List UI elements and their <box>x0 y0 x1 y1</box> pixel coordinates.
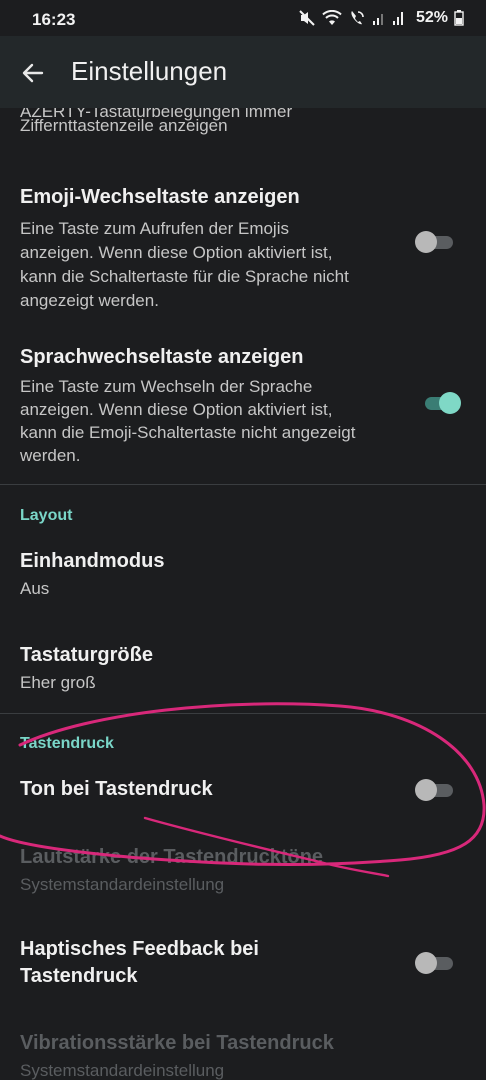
setting-vibration-strength: Vibrationsstärke bei Tastendruck Systems… <box>0 1030 486 1080</box>
setting-title: Ton bei Tastendruck <box>20 778 213 800</box>
setting-summary: Aus <box>20 579 50 598</box>
setting-summary: werden. <box>20 446 81 465</box>
setting-summary: Systemstandardeinstellung <box>20 1061 225 1080</box>
setting-title: Haptisches Feedback bei <box>20 938 259 960</box>
sound-on-keypress-toggle[interactable] <box>415 778 455 802</box>
setting-summary: kann die Schaltertaste für die Sprache n… <box>20 267 349 286</box>
setting-language-switch[interactable]: Sprachwechseltaste anzeigen Eine Taste z… <box>0 342 486 472</box>
battery-icon <box>454 10 464 26</box>
setting-title: Vibrationsstärke bei Tastendruck <box>20 1032 334 1054</box>
setting-title: Einhandmodus <box>20 550 165 572</box>
setting-summary: anzeigen. Wenn diese Option aktiviert is… <box>20 400 333 419</box>
setting-keypress-volume: Lautstärke der Tastendrucktöne Systemsta… <box>0 844 486 904</box>
status-time: 16:23 <box>32 10 76 29</box>
haptic-feedback-toggle[interactable] <box>415 951 455 975</box>
setting-keyboard-size[interactable]: Tastaturgröße Eher groß <box>0 642 486 702</box>
setting-summary: Ziffernttastenzeile anzeigen <box>20 116 228 135</box>
setting-title: Tastaturgröße <box>20 644 153 666</box>
wifi-calling-icon <box>351 11 364 25</box>
toggle-thumb <box>439 392 461 414</box>
setting-summary: Eine Taste zum Wechseln der Sprache <box>20 377 313 396</box>
setting-title: Sprachwechseltaste anzeigen <box>20 346 304 368</box>
section-header-keypress: Tastendruck <box>20 735 114 752</box>
setting-sound-on-keypress[interactable]: Ton bei Tastendruck <box>0 776 486 816</box>
toggle-thumb <box>415 231 437 253</box>
section-divider <box>0 713 486 714</box>
toggle-thumb <box>415 952 437 974</box>
setting-title: Emoji-Wechseltaste anzeigen <box>20 186 300 208</box>
wifi-icon <box>322 10 342 25</box>
signal-icon <box>392 12 403 25</box>
setting-title: Lautstärke der Tastendrucktöne <box>20 846 324 868</box>
setting-summary: kann die Emoji-Schaltertaste nicht angez… <box>20 423 356 442</box>
setting-emoji-switch[interactable]: Emoji-Wechseltaste anzeigen Eine Taste z… <box>0 180 486 310</box>
setting-summary: angezeigt werden. <box>20 291 159 310</box>
language-switch-toggle[interactable] <box>421 391 461 415</box>
mute-icon <box>299 10 315 26</box>
setting-summary: Eine Taste zum Aufrufen der Emojis <box>20 219 289 238</box>
arrow-back-icon[interactable] <box>18 58 48 88</box>
section-divider <box>0 484 486 485</box>
signal-icon <box>372 14 383 25</box>
status-bar: 16:23 52% <box>0 0 486 36</box>
setting-title: Tastendruck <box>20 965 138 987</box>
setting-summary: anzeigen. Wenn diese Option aktiviert is… <box>20 243 333 262</box>
setting-summary: Eher groß <box>20 673 96 692</box>
setting-summary: Systemstandardeinstellung <box>20 875 225 894</box>
battery-percent: 52% <box>415 9 448 26</box>
emoji-switch-toggle[interactable] <box>415 230 455 254</box>
setting-haptic-feedback[interactable]: Haptisches Feedback bei Tastendruck <box>0 936 486 996</box>
setting-azerty-number-row[interactable]: AZERTY-Tastaturbelegungen immer Ziffernt… <box>0 108 486 160</box>
status-icons: 52% <box>298 9 464 27</box>
section-header-layout: Layout <box>20 507 73 524</box>
toggle-thumb <box>415 779 437 801</box>
app-bar: Einstellungen <box>0 36 486 108</box>
page-title: Einstellungen <box>71 56 228 86</box>
settings-list[interactable]: AZERTY-Tastaturbelegungen immer Ziffernt… <box>0 108 486 1080</box>
setting-one-hand-mode[interactable]: Einhandmodus Aus <box>0 548 486 608</box>
